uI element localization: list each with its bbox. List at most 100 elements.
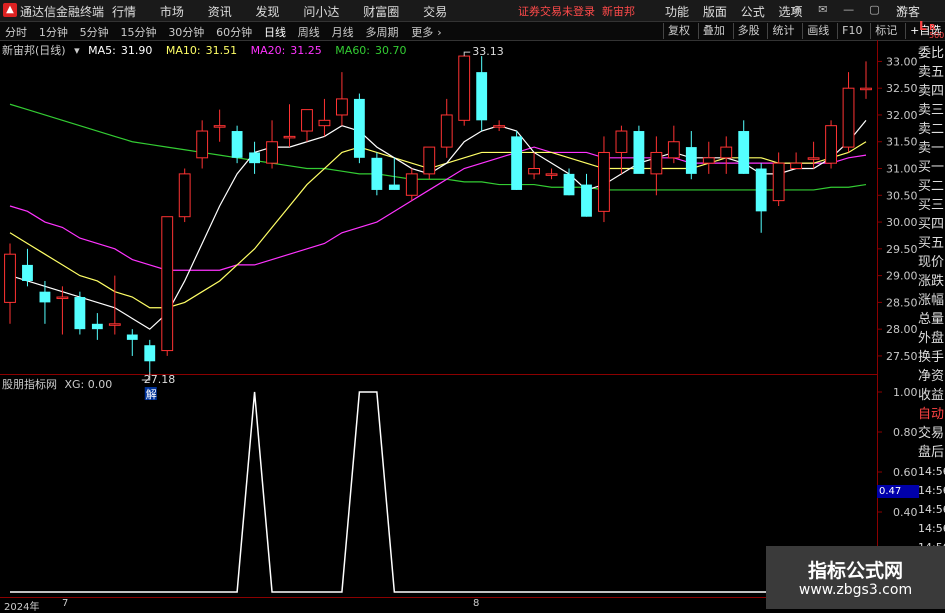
lr-indicator: L R 500 (919, 19, 945, 40)
candle-body (581, 184, 592, 217)
candle-body (4, 253, 16, 303)
y-tick-label: 30.00 (886, 216, 918, 229)
quote-label: 现价 (918, 255, 945, 270)
quote-label: 买四 (918, 217, 945, 232)
y-tick-label: 32.50 (886, 82, 918, 95)
axis-month-7: 7 (62, 598, 69, 609)
high-marker-line (463, 51, 471, 57)
candle-body (74, 297, 86, 330)
date-axis: 2024年 7 8 (0, 597, 877, 613)
candle-body (336, 98, 348, 116)
quote-label[interactable]: 自动 (918, 405, 945, 424)
quote-label: 买五 (918, 236, 945, 251)
candle-body (493, 125, 506, 128)
high-label: 33.13 (472, 45, 504, 58)
y-tick-label: 29.00 (886, 270, 918, 283)
quote-label: 涨幅 (918, 293, 945, 308)
candle-body (39, 291, 51, 303)
quote-label: 换手 (918, 350, 945, 365)
y-tick-label: 32.00 (886, 109, 918, 122)
candle-body (126, 334, 138, 340)
candle-body (301, 109, 313, 132)
sub-y-tick-label: 0.40 (893, 506, 918, 519)
axis-year: 2024年 (4, 602, 40, 613)
y-tick-label: 33.00 (886, 55, 918, 68)
candle-body (528, 168, 540, 175)
candle-body (860, 87, 872, 91)
indicator-legend: 股朋指标网 XG: 0.00 (2, 376, 112, 392)
candle-body (56, 296, 69, 300)
candle-body (511, 136, 523, 190)
candle-body (633, 131, 645, 174)
y-tick-label: 29.50 (886, 243, 918, 256)
quote-label: 卖三 (918, 103, 945, 118)
sub-y-tick-label: 0.60 (893, 466, 918, 479)
candle-body (476, 72, 488, 121)
candle-body (807, 157, 820, 160)
quote-label: 卖五 (918, 65, 945, 80)
quote-label: 14:56 (918, 522, 945, 535)
quote-label: 交易 (918, 426, 945, 441)
candle-body (790, 162, 803, 170)
y-tick-label: 30.50 (886, 189, 918, 202)
right-quote-panel: 委比 卖五 卖四 卖三 卖二 卖一 买一 买二 买三 买四 买五 现价 涨跌 涨幅 总量 外盘 换手 净资 收益 自动… (918, 44, 945, 576)
ma10-line (9, 141, 867, 309)
candle-body (283, 135, 296, 139)
candle-body (545, 173, 558, 176)
candle-body (388, 184, 400, 190)
quote-label: 14:56 (918, 465, 945, 478)
quote-label: 卖四 (918, 84, 945, 99)
axis-month-8: 8 (473, 598, 480, 609)
y-tick-label: 28.00 (886, 323, 918, 336)
candle-body (144, 345, 156, 362)
watermark-url: www.zbgs3.com (798, 582, 913, 598)
candle-body (231, 131, 243, 158)
candle-body (178, 173, 191, 218)
candle-body (667, 141, 680, 159)
candle-body (249, 152, 260, 164)
sub-y-tick-label: 0.80 (893, 426, 918, 439)
y-tick-label: 28.50 (886, 296, 918, 309)
candle-body (825, 125, 837, 164)
quote-label: 14:56 (918, 503, 945, 516)
candle-body (598, 151, 610, 212)
quote-label: 买三 (918, 198, 945, 213)
quote-label: 买一 (918, 160, 945, 175)
candle-body (615, 130, 628, 153)
candle-body (650, 151, 663, 175)
indicator-chart-frame[interactable] (0, 375, 878, 596)
candle-body (755, 168, 767, 212)
y-tick-label: 31.00 (886, 163, 918, 176)
candle-body (772, 162, 785, 202)
candle-body (353, 98, 365, 158)
candle-body (563, 173, 575, 196)
quote-label: 卖一 (918, 141, 945, 156)
quote-label: 总量 (918, 312, 945, 327)
candle-body (213, 125, 226, 128)
indicator-name: 股朋指标网 (2, 378, 57, 391)
quote-label: 盘后 (918, 445, 945, 460)
candle-body (161, 216, 174, 352)
candle-body (108, 323, 121, 326)
candle-body (196, 130, 209, 159)
ma5-line (9, 119, 867, 330)
candle-body (842, 87, 855, 148)
candle-body (371, 157, 383, 190)
indicator-current-value: 0.47 (877, 485, 919, 498)
watermark-title: 指标公式网 (807, 560, 903, 582)
candle-body (91, 323, 103, 330)
y-tick-label: 27.50 (886, 350, 918, 363)
quote-label: 买二 (918, 179, 945, 194)
candle-body (685, 147, 697, 174)
quote-label: 净资 (918, 369, 945, 384)
candle-body (458, 55, 471, 121)
candle-body (405, 173, 418, 196)
candle-body (22, 264, 33, 281)
sub-y-tick-label: 1.00 (893, 386, 918, 399)
quote-label: 收益 (918, 388, 945, 403)
quote-label: 卖二 (918, 122, 945, 137)
candle-body (702, 157, 715, 164)
indicator-xg: XG: 0.00 (64, 378, 113, 391)
candle-body (423, 146, 436, 175)
quote-label: 涨跌 (918, 274, 945, 289)
